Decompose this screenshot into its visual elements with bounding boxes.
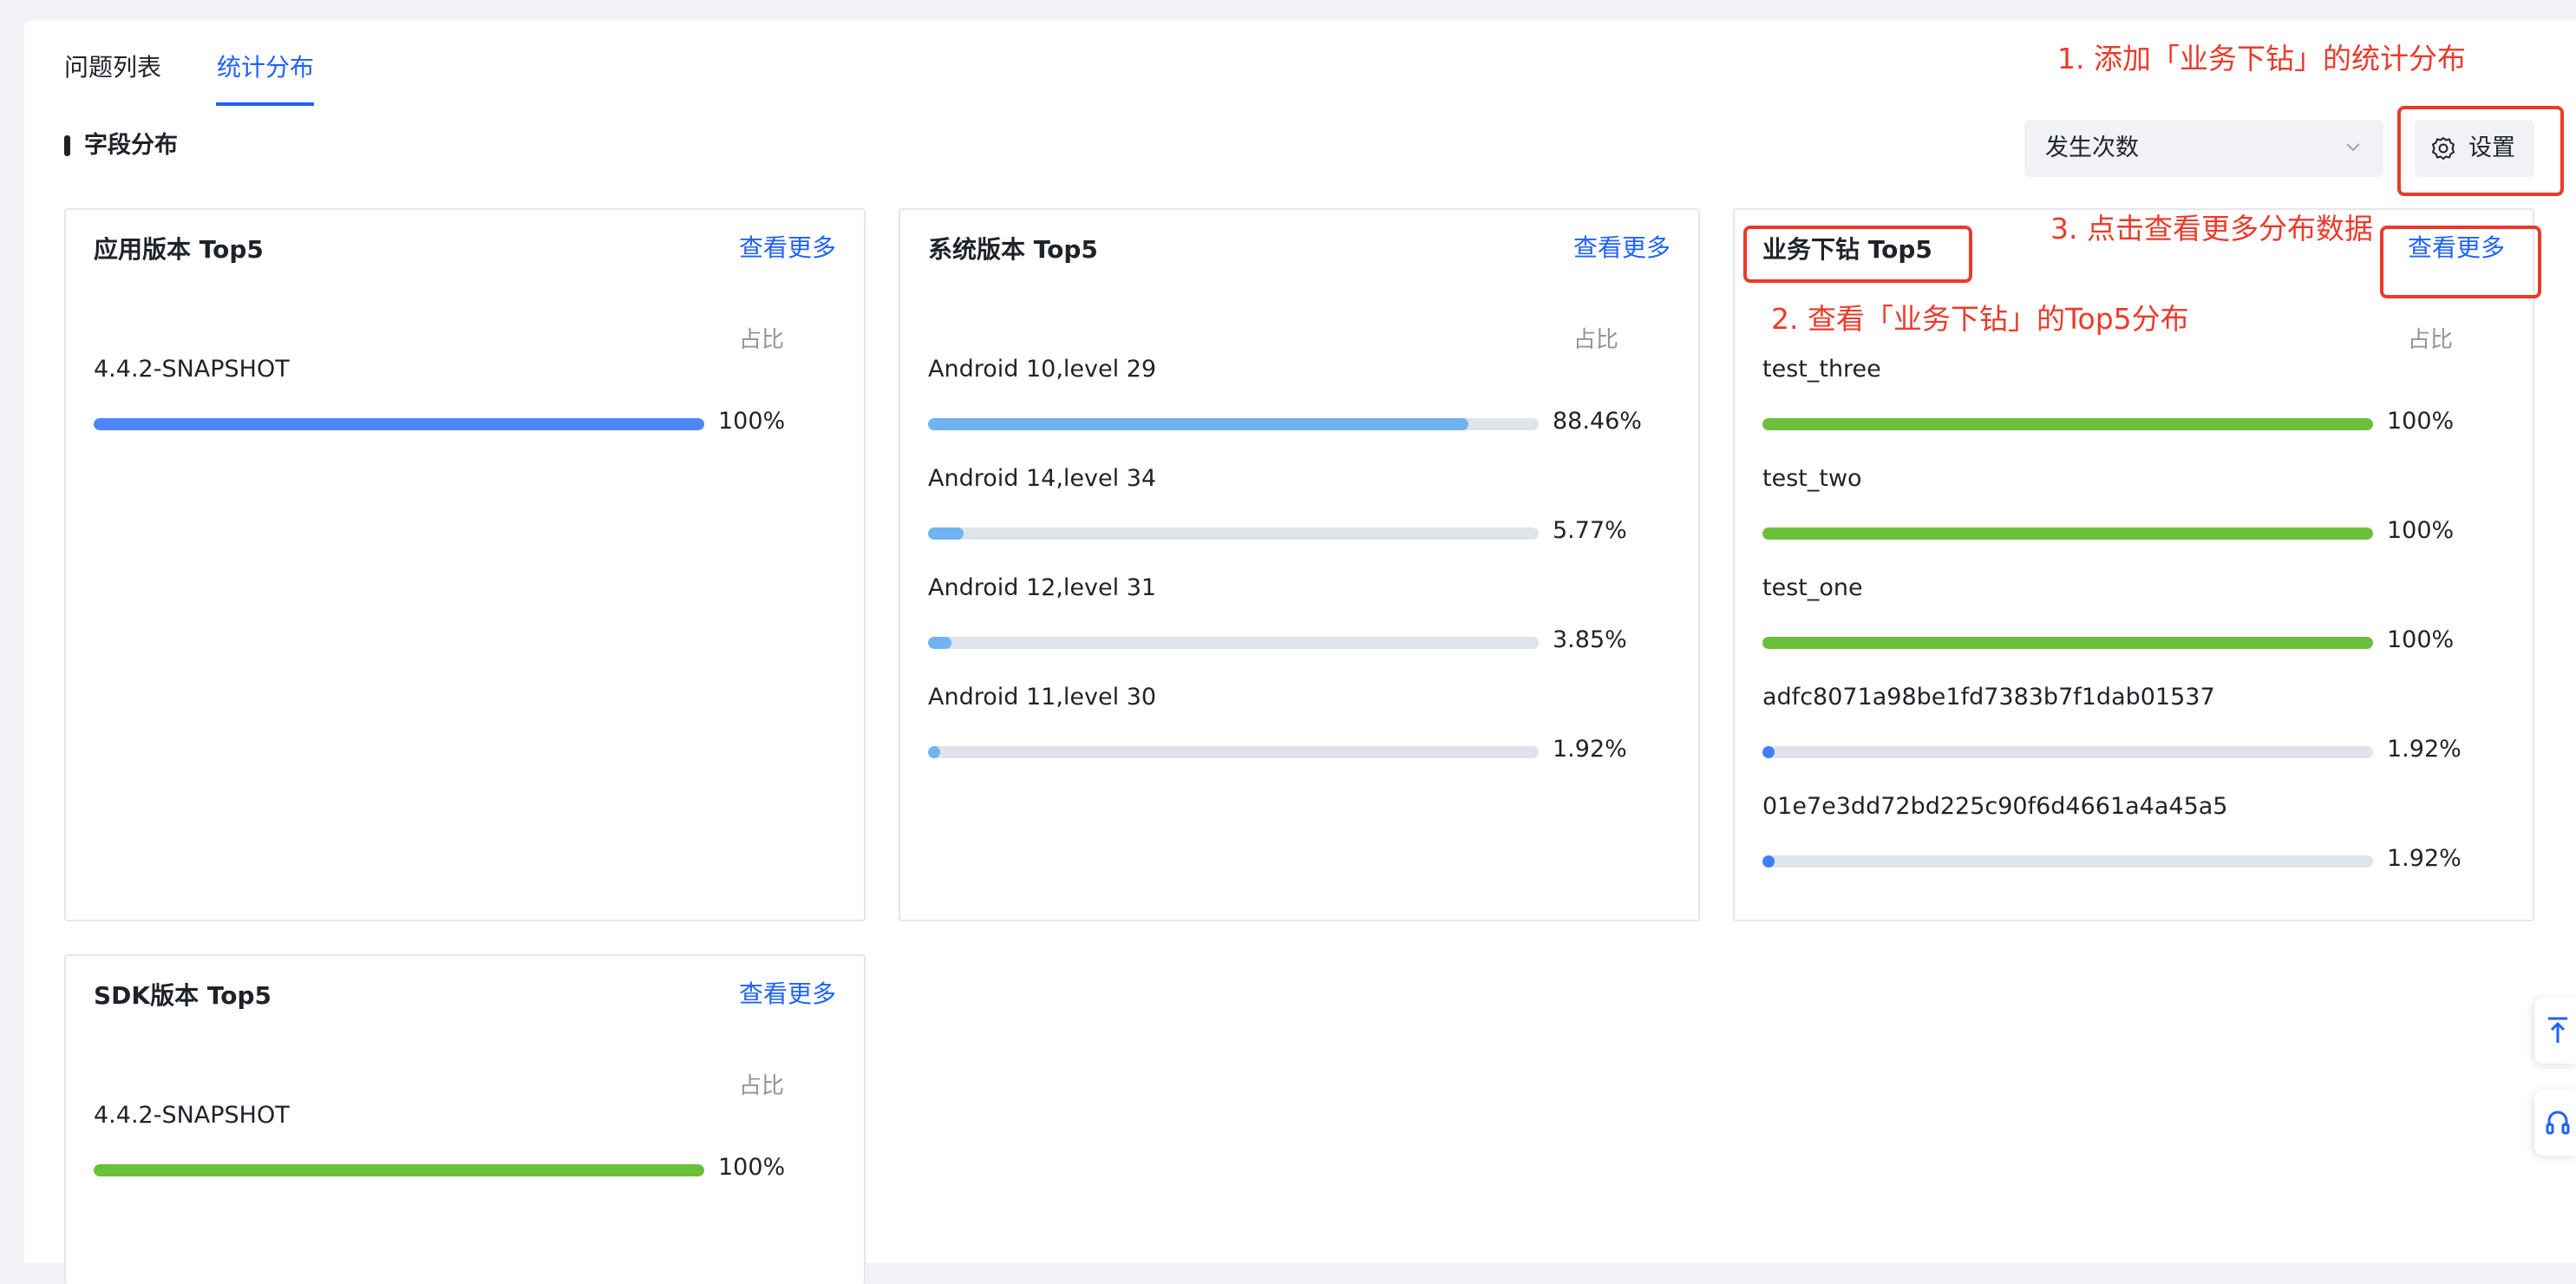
progress-bar-fill [928,746,940,758]
metric-select[interactable]: 发生次数 [2024,120,2383,177]
view-more-link[interactable]: 查看更多 [1573,233,1670,264]
progress-bar [1762,855,2373,868]
progress-bar-fill [94,418,704,430]
row-label: Android 11,level 30 [928,684,1157,711]
annotation-box-settings [2397,106,2564,196]
view-more-link[interactable]: 查看更多 [739,233,836,264]
row-label: test_one [1762,574,1863,601]
annotation-step3: 3. 点击查看更多分布数据 [2050,212,2373,246]
progress-bar [94,418,704,430]
progress-bar-fill [1762,746,1775,758]
row-label: test_two [1762,465,1862,492]
row-label: Android 10,level 29 [928,356,1157,383]
row-percent: 1.92% [2387,845,2462,872]
card-title: 应用版本 Top5 [94,235,264,264]
tab-stat-distribution[interactable]: 统计分布 [217,52,314,83]
row-label: test_three [1762,356,1881,383]
metric-select-value: 发生次数 [2045,134,2139,161]
row-percent: 3.85% [1553,626,1627,653]
card-sdk-version: SDK版本 Top5 查看更多 占比 4.4.2-SNAPSHOT 100% [64,954,866,1284]
ratio-column-header: 占比 [739,327,785,353]
row-percent: 100% [718,408,786,435]
progress-bar-fill [1762,527,2373,540]
row-percent: 100% [2387,408,2455,435]
row-label: 01e7e3dd72bd225c90f6d4661a4a45a5 [1762,793,2228,820]
active-tab-indicator [216,102,314,106]
progress-bar [1762,418,2373,430]
card-os-version: 系统版本 Top5 查看更多 占比 Android 10,level 29 88… [899,208,1700,921]
row-percent: 88.46% [1553,408,1642,435]
progress-bar [94,1164,704,1176]
ratio-column-header: 占比 [1573,327,1619,353]
card-title: SDK版本 Top5 [94,981,271,1010]
row-label: adfc8071a98be1fd7383b7f1dab01537 [1762,684,2215,711]
progress-bar-fill [94,1164,704,1176]
annotation-box-card-title [1743,226,1972,283]
progress-bar [928,746,1539,758]
progress-bar-fill [928,527,964,540]
progress-bar [1762,527,2373,540]
annotation-step2: 2. 查看「业务下钻」的Top5分布 [1771,302,2189,336]
back-to-top-icon [2548,1017,2567,1043]
progress-bar-fill [1762,637,2373,649]
progress-bar [928,418,1539,430]
row-label: 4.4.2-SNAPSHOT [94,356,290,383]
progress-bar [928,527,1539,540]
progress-bar [1762,746,2373,758]
support-button[interactable] [2534,1090,2576,1156]
row-percent: 100% [2387,626,2455,653]
back-to-top-button[interactable] [2534,998,2576,1064]
card-app-version: 应用版本 Top5 查看更多 占比 4.4.2-SNAPSHOT 100% [64,208,866,921]
section-title: 字段分布 [84,132,178,159]
progress-bar [928,637,1539,649]
progress-bar-fill [928,637,952,649]
row-label: Android 12,level 31 [928,574,1157,601]
row-percent: 100% [2387,517,2455,544]
row-label: 4.4.2-SNAPSHOT [94,1102,290,1129]
view-more-link[interactable]: 查看更多 [739,979,836,1010]
tab-issue-list[interactable]: 问题列表 [64,52,161,83]
progress-bar-fill [928,418,1468,430]
ratio-column-header: 占比 [739,1073,785,1099]
annotation-step1: 1. 添加「业务下钻」的统计分布 [2057,42,2466,75]
progress-bar-fill [1762,855,1775,868]
row-percent: 1.92% [2387,736,2462,763]
ratio-column-header: 占比 [2408,327,2454,353]
headset-icon [2546,1110,2570,1135]
row-label: Android 14,level 34 [928,465,1157,492]
annotation-box-view-more [2380,226,2541,298]
row-percent: 5.77% [1553,517,1627,544]
progress-bar [1762,637,2373,649]
progress-bar-fill [1762,418,2373,430]
chevron-down-icon [2346,143,2360,152]
section-title-marker [64,135,70,156]
card-title: 系统版本 Top5 [928,235,1098,264]
row-percent: 1.92% [1553,736,1627,763]
row-percent: 100% [718,1154,786,1181]
